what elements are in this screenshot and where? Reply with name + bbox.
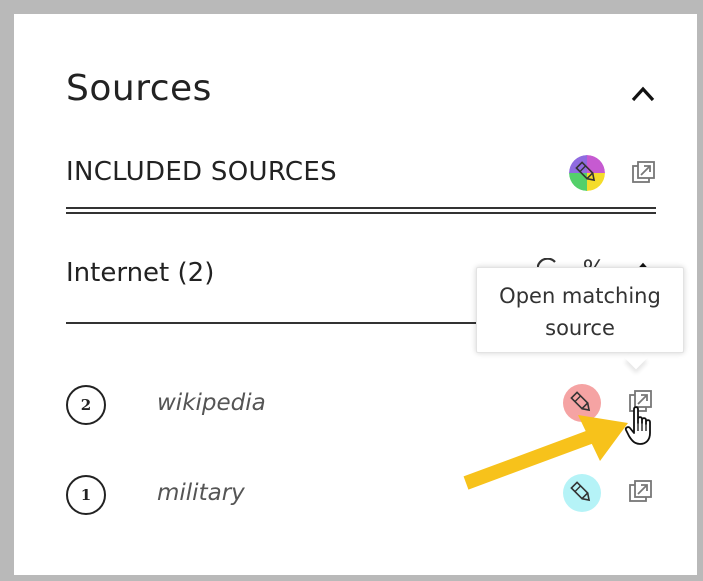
annotation-arrow-icon — [460, 405, 640, 495]
internet-group-heading: Internet (2) — [66, 258, 215, 288]
divider — [66, 212, 656, 214]
source-name[interactable]: military — [157, 480, 245, 506]
hand-cursor-icon — [624, 405, 660, 447]
highlight-all-button[interactable] — [569, 155, 605, 191]
open-all-sources-button[interactable] — [631, 160, 657, 186]
window-frame-bottom — [0, 575, 703, 581]
window-frame-top — [0, 0, 703, 14]
divider — [66, 322, 536, 324]
tooltip-text-line1: Open matching — [499, 284, 661, 308]
included-sources-heading: INCLUDED SOURCES — [66, 157, 337, 187]
multicolor-highlighter-icon — [569, 155, 605, 191]
tooltip-text-line2: source — [545, 316, 615, 340]
source-name[interactable]: wikipedia — [157, 390, 266, 416]
source-rank-badge: 2 — [66, 385, 106, 425]
divider — [66, 207, 656, 209]
open-external-icon — [632, 161, 655, 183]
collapse-sources-button[interactable] — [631, 86, 655, 102]
window-frame-right — [697, 0, 703, 581]
panel-title: Sources — [66, 68, 212, 109]
source-rank-badge: 1 — [66, 475, 106, 515]
window-frame-left — [0, 0, 14, 581]
tooltip: Open matching source — [476, 267, 684, 353]
chevron-up-icon — [631, 86, 655, 102]
